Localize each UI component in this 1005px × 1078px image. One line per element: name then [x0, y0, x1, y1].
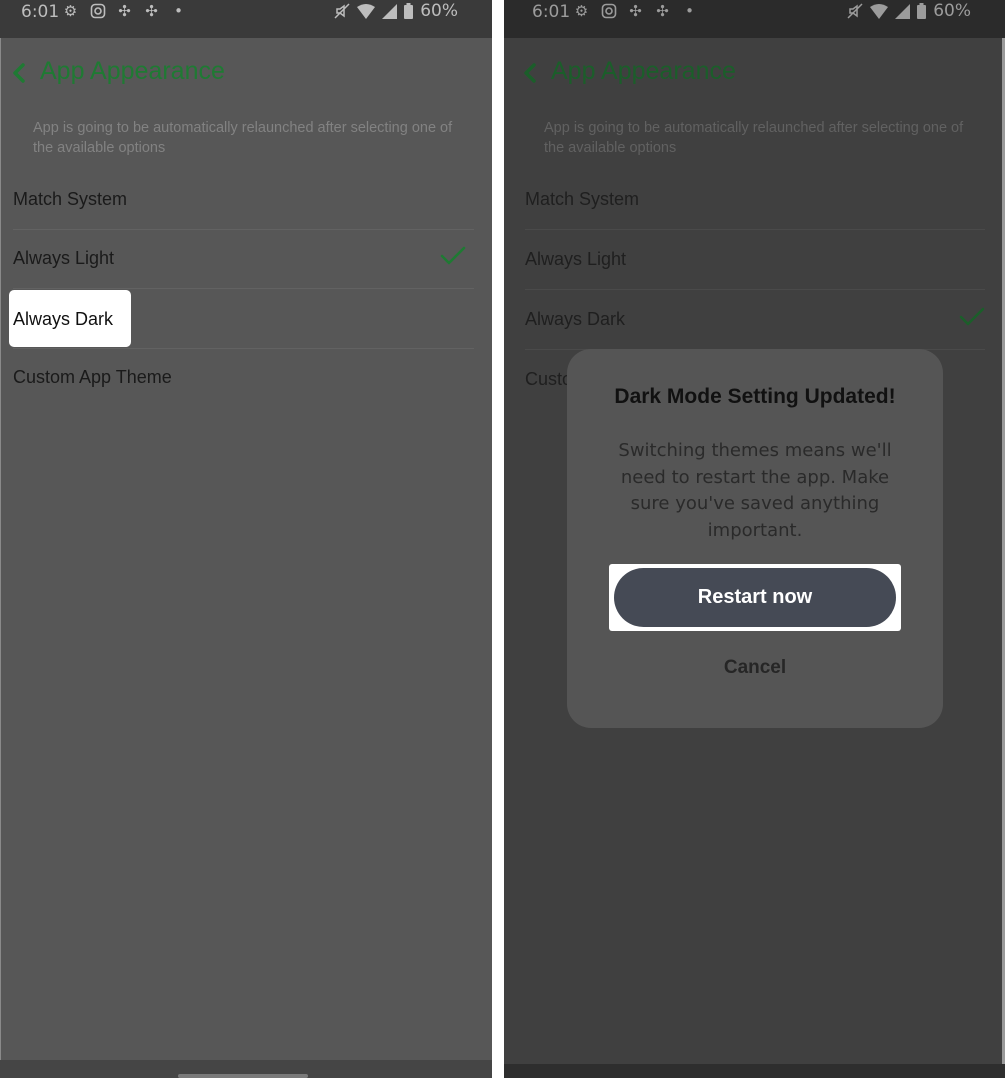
- notification-icons: ⚙ ✣ ✣ •: [573, 3, 698, 20]
- battery-icon: [917, 3, 927, 19]
- option-custom-app-theme[interactable]: Custom App Theme: [0, 348, 474, 408]
- checkmark-icon: [440, 246, 466, 265]
- wifi-icon: [870, 3, 889, 19]
- mute-icon: [334, 3, 350, 19]
- settings-icon: ⚙: [574, 2, 589, 20]
- pinwheel-icon: ✣: [629, 2, 642, 20]
- option-label: Custo: [525, 369, 573, 389]
- cancel-button[interactable]: Cancel: [567, 657, 943, 679]
- screen-edge: [0, 0, 1, 1078]
- restart-now-button[interactable]: Restart now: [614, 568, 896, 627]
- battery-level: 60%: [933, 1, 971, 21]
- status-time: 6:01: [21, 2, 60, 22]
- option-label: Match System: [13, 189, 128, 209]
- instagram-icon: [600, 3, 617, 20]
- home-handle[interactable]: [178, 1074, 308, 1078]
- option-label: Match System: [525, 189, 640, 209]
- dialog-title: Dark Mode Setting Updated!: [614, 385, 896, 408]
- back-arrow-icon[interactable]: [10, 62, 28, 84]
- right-screen: 6:01 ⚙ ✣ ✣ • 60% App Appearance App is g…: [504, 0, 1005, 1078]
- option-label: Always Light: [13, 248, 115, 268]
- status-bar: 6:01 ⚙ ✣ ✣ • 60%: [504, 0, 1005, 38]
- option-always-dark[interactable]: Always Dark: [525, 290, 985, 350]
- relaunch-notice: App is going to be automatically relaunc…: [544, 120, 964, 156]
- status-bar: 6:01 ⚙ ✣ ✣ • 60%: [0, 0, 492, 38]
- page-title: App Appearance: [551, 57, 736, 85]
- left-screen: 6:01 ⚙ ✣ ✣ • 60% App Appearance App is g…: [0, 0, 492, 1078]
- status-time: 6:01: [532, 2, 571, 22]
- pinwheel-icon: ✣: [145, 2, 158, 20]
- instagram-icon: [89, 3, 106, 20]
- always-dark-highlight[interactable]: Always Dark: [9, 290, 131, 347]
- pinwheel-icon: ✣: [656, 2, 669, 20]
- dot-icon: •: [174, 2, 183, 20]
- option-always-light[interactable]: Always Light: [525, 230, 985, 290]
- navigation-bar: [504, 1064, 1005, 1078]
- settings-icon: ⚙: [63, 2, 78, 20]
- pinwheel-icon: ✣: [118, 2, 131, 20]
- option-label: Always Light: [525, 249, 627, 269]
- wifi-icon: [357, 3, 376, 19]
- checkmark-icon: [959, 307, 985, 326]
- option-label: Always Dark: [525, 309, 626, 329]
- page-title: App Appearance: [40, 57, 225, 85]
- navigation-bar: [0, 1060, 492, 1078]
- system-status: 60%: [847, 1, 971, 21]
- restart-button-highlight: Restart now: [609, 564, 901, 631]
- option-label: Custom App Theme: [13, 367, 172, 387]
- signal-icon: [382, 3, 398, 19]
- option-match-system[interactable]: Match System: [525, 170, 985, 230]
- dialog-message: Switching themes means we'll need to res…: [618, 440, 892, 541]
- notification-icons: ⚙ ✣ ✣ •: [62, 3, 187, 20]
- dot-icon: •: [685, 2, 694, 20]
- app-header: App Appearance: [0, 38, 492, 110]
- back-arrow-icon[interactable]: [521, 62, 539, 84]
- signal-icon: [895, 3, 911, 19]
- relaunch-notice: App is going to be automatically relaunc…: [33, 120, 453, 156]
- restart-dialog: Dark Mode Setting Updated! Switching the…: [567, 349, 943, 728]
- option-label: Always Dark: [13, 309, 114, 329]
- option-always-light[interactable]: Always Light: [0, 229, 474, 289]
- mute-icon: [847, 3, 863, 19]
- battery-level: 60%: [420, 1, 458, 21]
- option-match-system[interactable]: Match System: [0, 170, 474, 230]
- battery-icon: [404, 3, 414, 19]
- system-status: 60%: [334, 1, 458, 21]
- app-header: App Appearance: [504, 38, 1005, 110]
